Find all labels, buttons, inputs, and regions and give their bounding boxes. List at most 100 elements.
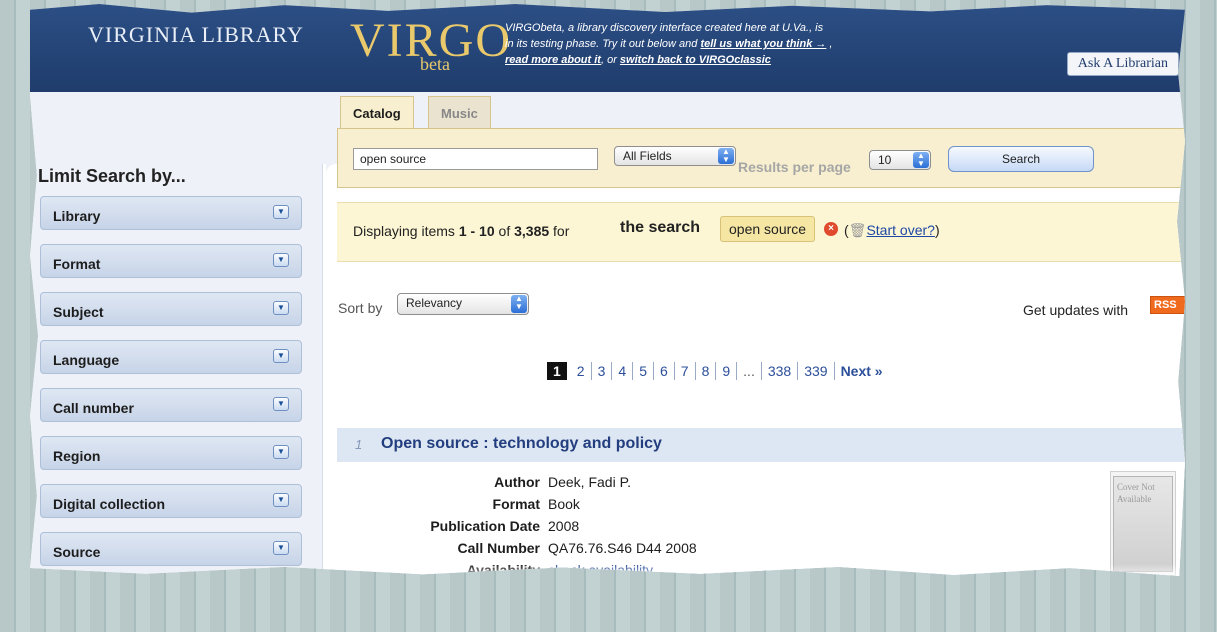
page-link[interactable]: 339: [798, 362, 835, 380]
rss-icon[interactable]: RSS: [1150, 296, 1185, 314]
beta-notice-line1: VIRGObeta, a library discovery interface…: [505, 22, 824, 34]
field-select[interactable]: All Fields ▲ ▼: [614, 146, 736, 166]
beta-notice-prefix: in its testing phase. Try it out below a…: [505, 38, 701, 50]
beta-notice-line3: read more about it, or switch back to VI…: [505, 52, 975, 68]
field-value: QA76.76.S46 D44 2008: [548, 540, 697, 556]
field-author: Author Deek, Fadi P.: [370, 474, 870, 494]
start-over-close: ): [934, 222, 940, 238]
field-call-number: Call Number QA76.76.S46 D44 2008: [370, 540, 870, 560]
page-link[interactable]: 8: [696, 362, 717, 380]
facet-region[interactable]: Region ▼: [40, 436, 302, 470]
torn-edge-fade: [330, 564, 1185, 576]
start-over: (🗑Start over?): [844, 222, 940, 239]
chevron-down-icon[interactable]: ▼: [273, 397, 289, 411]
facet-subject[interactable]: Subject ▼: [40, 292, 302, 326]
uva-library-logo[interactable]: VIRGINIA LIBRARY: [88, 24, 304, 46]
sidebar-title: Limit Search by...: [38, 166, 186, 186]
trash-icon: 🗑: [848, 222, 867, 238]
header-bar: VIRGINIA LIBRARY VIRGO beta VIRGObeta, a…: [30, 4, 1185, 92]
page-link[interactable]: 4: [612, 362, 634, 380]
page-gap: ...: [737, 362, 762, 380]
tab-music[interactable]: Music: [428, 96, 491, 128]
result-number: 1: [355, 437, 363, 452]
read-more-link[interactable]: read more about it: [505, 54, 601, 66]
page-link[interactable]: 2: [571, 362, 592, 380]
chevron-down-icon[interactable]: ▼: [273, 253, 289, 267]
select-arrows-icon: ▲ ▼: [718, 148, 734, 164]
facet-digital-collection[interactable]: Digital collection ▼: [40, 484, 302, 518]
facet-call-number[interactable]: Call number ▼: [40, 388, 302, 422]
search-form: All Fields ▲▼ Results per page 10 ▲▼ Sea…: [337, 128, 1185, 188]
chevron-down-icon[interactable]: ▼: [273, 445, 289, 459]
results-count-text: Displaying items 1 - 10 of 3,385 for: [353, 223, 569, 239]
facet-language[interactable]: Language ▼: [40, 340, 302, 374]
field-value: 2008: [548, 518, 580, 534]
chevron-down-icon[interactable]: ▼: [273, 301, 289, 315]
field-label: Publication Date: [430, 518, 540, 534]
chevron-down-icon[interactable]: ▼: [273, 349, 289, 363]
facet-label: Region: [53, 448, 101, 464]
book-cover: Cover Not Available: [1110, 471, 1176, 576]
select-arrows-icon: ▲ ▼: [913, 152, 929, 168]
facet-label: Digital collection: [53, 496, 166, 512]
screenshot-paper: VIRGINIA LIBRARY VIRGO beta VIRGObeta, a…: [30, 4, 1185, 576]
beta-notice-or: , or: [600, 54, 620, 66]
start-over-link[interactable]: Start over?: [866, 222, 934, 238]
page-link[interactable]: 338: [762, 362, 799, 380]
chevron-down-icon[interactable]: ▼: [273, 493, 289, 507]
query-chip: open source: [720, 216, 816, 242]
switch-classic-link[interactable]: switch back to VIRGOclassic: [620, 54, 771, 66]
facet-label: Language: [53, 352, 120, 368]
field-label: Call Number: [457, 540, 540, 556]
cover-placeholder: Cover Not Available: [1113, 476, 1173, 572]
results-total: 3,385: [514, 223, 550, 239]
field-label: Author: [494, 474, 540, 490]
beta-notice-line2: in its testing phase. Try it out below a…: [505, 36, 975, 52]
search-word: the search: [620, 219, 701, 236]
tab-catalog[interactable]: Catalog: [340, 96, 414, 128]
chevron-down-icon[interactable]: ▼: [273, 205, 289, 219]
results-per-page-label: Results per page: [738, 159, 851, 175]
page-link[interactable]: 9: [716, 362, 738, 380]
result-title-link[interactable]: Open source : technology and policy: [381, 435, 662, 453]
feedback-link[interactable]: tell us what you think →: [700, 38, 826, 50]
page-link[interactable]: 5: [633, 362, 654, 380]
results-range: 1 - 10: [458, 223, 495, 239]
chevron-down-icon[interactable]: ▼: [273, 541, 289, 555]
sort-select[interactable]: Relevancy ▲ ▼: [397, 293, 529, 315]
facet-source[interactable]: Source ▼: [40, 532, 302, 566]
field-format: Format Book: [370, 496, 870, 516]
results-of: of: [494, 223, 515, 239]
facet-format[interactable]: Format ▼: [40, 244, 302, 278]
page-link[interactable]: 3: [592, 362, 613, 380]
page-link[interactable]: 7: [675, 362, 696, 380]
search-input[interactable]: [353, 148, 598, 170]
next-page-link[interactable]: Next »: [835, 362, 889, 380]
results-for: for: [549, 223, 570, 239]
beta-notice-suffix: ,: [826, 38, 833, 50]
sort-select-value: Relevancy: [406, 296, 463, 310]
result-header: 1 Open source : technology and policy: [337, 428, 1185, 462]
pagination: 1 2 3 4 5 6 7 8 9 ... 338 339 Next »: [547, 361, 889, 381]
facet-label: Call number: [53, 400, 134, 416]
ask-librarian-button[interactable]: Ask A Librarian: [1066, 52, 1179, 76]
results-per-page-value: 10: [878, 153, 892, 167]
beta-notice: VIRGObeta, a library discovery interface…: [505, 20, 975, 68]
field-publication-date: Publication Date 2008: [370, 518, 870, 538]
remove-query-icon[interactable]: ×: [824, 222, 838, 236]
facet-label: Format: [53, 256, 101, 272]
field-value: Book: [548, 496, 580, 512]
facet-library[interactable]: Library ▼: [40, 196, 302, 230]
field-select-value: All Fields: [623, 149, 672, 163]
results-prefix: Displaying items: [353, 223, 459, 239]
select-arrows-icon: ▲ ▼: [511, 295, 527, 313]
facet-label: Library: [53, 208, 101, 224]
page-link[interactable]: 6: [654, 362, 675, 380]
results-per-page-select[interactable]: 10 ▲ ▼: [869, 150, 931, 170]
search-button[interactable]: Search: [948, 146, 1094, 172]
facet-label: Source: [53, 544, 101, 560]
field-value: Deek, Fadi P.: [548, 474, 632, 490]
sort-label: Sort by: [338, 300, 383, 316]
results-summary: Displaying items 1 - 10 of 3,385 for the…: [337, 202, 1185, 262]
page-current: 1: [547, 362, 567, 380]
